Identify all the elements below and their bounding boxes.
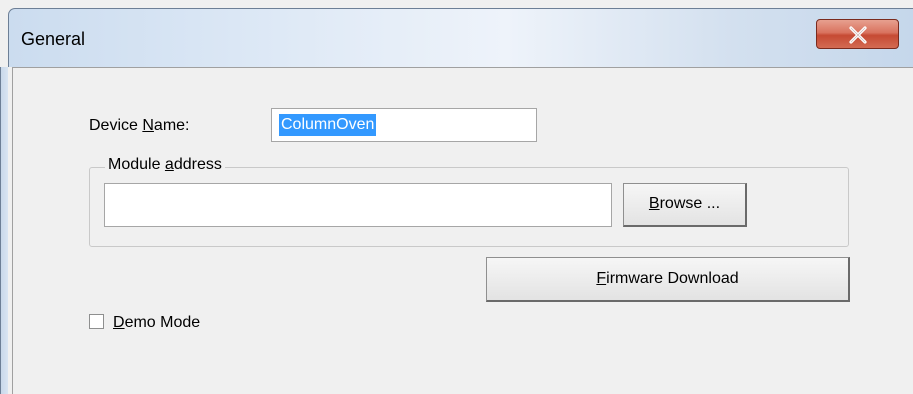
browse-label: rowse ... (659, 195, 721, 212)
demo-mode-label[interactable]: Demo Mode (113, 314, 200, 332)
title-bar[interactable]: General (8, 8, 913, 67)
demo-mode-label-text: emo Mode (124, 314, 201, 331)
device-name-label-pre: Device (89, 117, 143, 134)
dialog-window: General Device Name: ColumnOven Module a… (0, 0, 913, 394)
window-title: General (21, 29, 86, 49)
device-name-label-mnemonic: N (142, 117, 154, 134)
close-x-icon (849, 26, 867, 44)
module-address-input[interactable] (104, 183, 612, 227)
module-address-label-post: ddress (173, 156, 222, 173)
firmware-download-button[interactable]: Firmware Download (486, 257, 850, 302)
module-address-label-pre: Module (108, 156, 165, 173)
demo-mode-mnemonic: D (113, 314, 125, 331)
device-name-label-post: ame: (153, 117, 190, 134)
browse-button[interactable]: Browse ... (623, 183, 747, 227)
close-button[interactable] (816, 19, 899, 49)
device-name-value: ColumnOven (279, 114, 377, 136)
firmware-label: irmware Download (606, 270, 739, 287)
window-frame-left (0, 67, 8, 394)
device-name-input[interactable]: ColumnOven (271, 108, 537, 142)
module-address-label-mnemonic: a (164, 156, 174, 173)
browse-mnemonic: B (648, 195, 660, 212)
device-name-label: Device Name: (89, 117, 190, 135)
module-address-label: Module address (105, 156, 225, 174)
demo-mode-checkbox[interactable] (89, 314, 104, 329)
firmware-mnemonic: F (596, 270, 607, 287)
